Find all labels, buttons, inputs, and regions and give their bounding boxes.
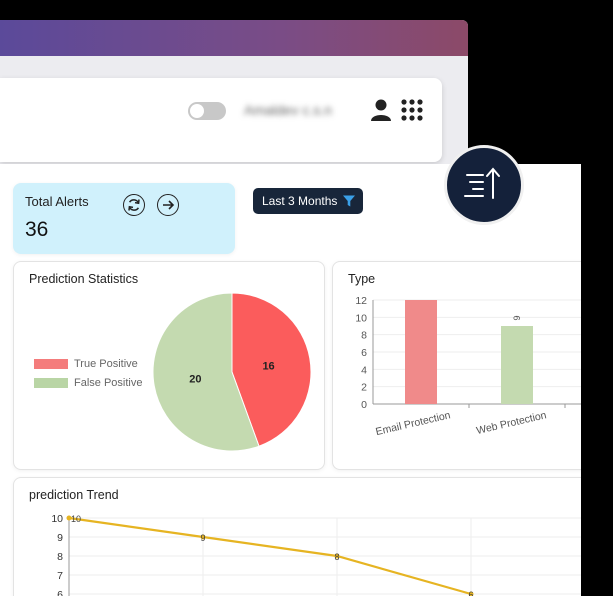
type-bar-chart: 0 2 4 6 8 10 12 Email Protection 9 Web Protection… xyxy=(355,295,581,438)
y-tick-label: 12 xyxy=(355,295,367,307)
refresh-button[interactable] xyxy=(123,194,145,216)
prediction-trend-line-chart: 10 9 8 7 6 10 9 8 6 xyxy=(51,513,581,596)
go-button[interactable] xyxy=(157,194,179,216)
user-email: Amaldev c.s.n xyxy=(244,102,332,118)
dashboard-window: Total Alerts 36 Last 3 Months Prediction… xyxy=(0,164,581,596)
x-tick-label: Web Protection xyxy=(475,409,548,437)
arrow-right-icon xyxy=(163,200,175,210)
prediction-statistics-card: Prediction Statistics True Positive Fals… xyxy=(13,261,325,470)
sort-ascending-icon xyxy=(464,167,500,199)
date-range-label: Last 3 Months xyxy=(262,194,338,208)
trend-data-label: 6 xyxy=(468,590,473,596)
bar xyxy=(405,300,437,404)
pie-slice-label: 16 xyxy=(262,361,274,373)
trend-data-label: 9 xyxy=(200,533,205,543)
trend-data-label: 8 xyxy=(334,552,339,562)
prediction-trend-card: prediction Trend 10 9 8 7 6 10 9 8 6 xyxy=(13,477,581,596)
pie-slice-label: 20 xyxy=(189,373,201,385)
y-tick-label: 7 xyxy=(57,570,63,582)
trend-data-label: 10 xyxy=(71,514,81,524)
bar-data-label: 9 xyxy=(512,315,522,320)
x-tick-label: Email Protection xyxy=(374,409,451,438)
total-alerts-title: Total Alerts xyxy=(25,194,89,209)
y-tick-label: 6 xyxy=(57,589,63,596)
background-window: Amaldev c.s.n xyxy=(0,20,468,165)
y-tick-label: 8 xyxy=(57,551,63,563)
toggle-knob xyxy=(190,104,204,118)
y-tick-label: 9 xyxy=(57,532,63,544)
window-banner xyxy=(0,20,468,56)
filter-icon xyxy=(343,195,356,207)
top-toolbar: Amaldev c.s.n xyxy=(0,78,442,162)
total-alerts-card: Total Alerts 36 xyxy=(13,183,235,254)
user-icon[interactable] xyxy=(370,98,392,122)
theme-toggle[interactable] xyxy=(188,102,226,120)
apps-grid-icon[interactable] xyxy=(400,98,424,122)
date-range-button[interactable]: Last 3 Months xyxy=(253,188,363,214)
prediction-pie-chart: 1620 xyxy=(152,292,312,452)
y-tick-label: 2 xyxy=(361,382,367,394)
sort-fab-button[interactable] xyxy=(444,145,524,225)
y-tick-label: 6 xyxy=(361,347,367,359)
y-tick-label: 0 xyxy=(361,399,367,411)
type-card: Type 0 2 4 6 8 10 12 Email Protection 9 Web Prote… xyxy=(332,261,581,470)
y-tick-label: 10 xyxy=(355,312,367,324)
y-tick-label: 8 xyxy=(361,330,367,342)
y-tick-label: 4 xyxy=(361,364,367,376)
total-alerts-count: 36 xyxy=(25,218,49,241)
bar xyxy=(501,326,533,404)
refresh-icon xyxy=(128,199,140,211)
y-tick-label: 10 xyxy=(51,513,63,525)
